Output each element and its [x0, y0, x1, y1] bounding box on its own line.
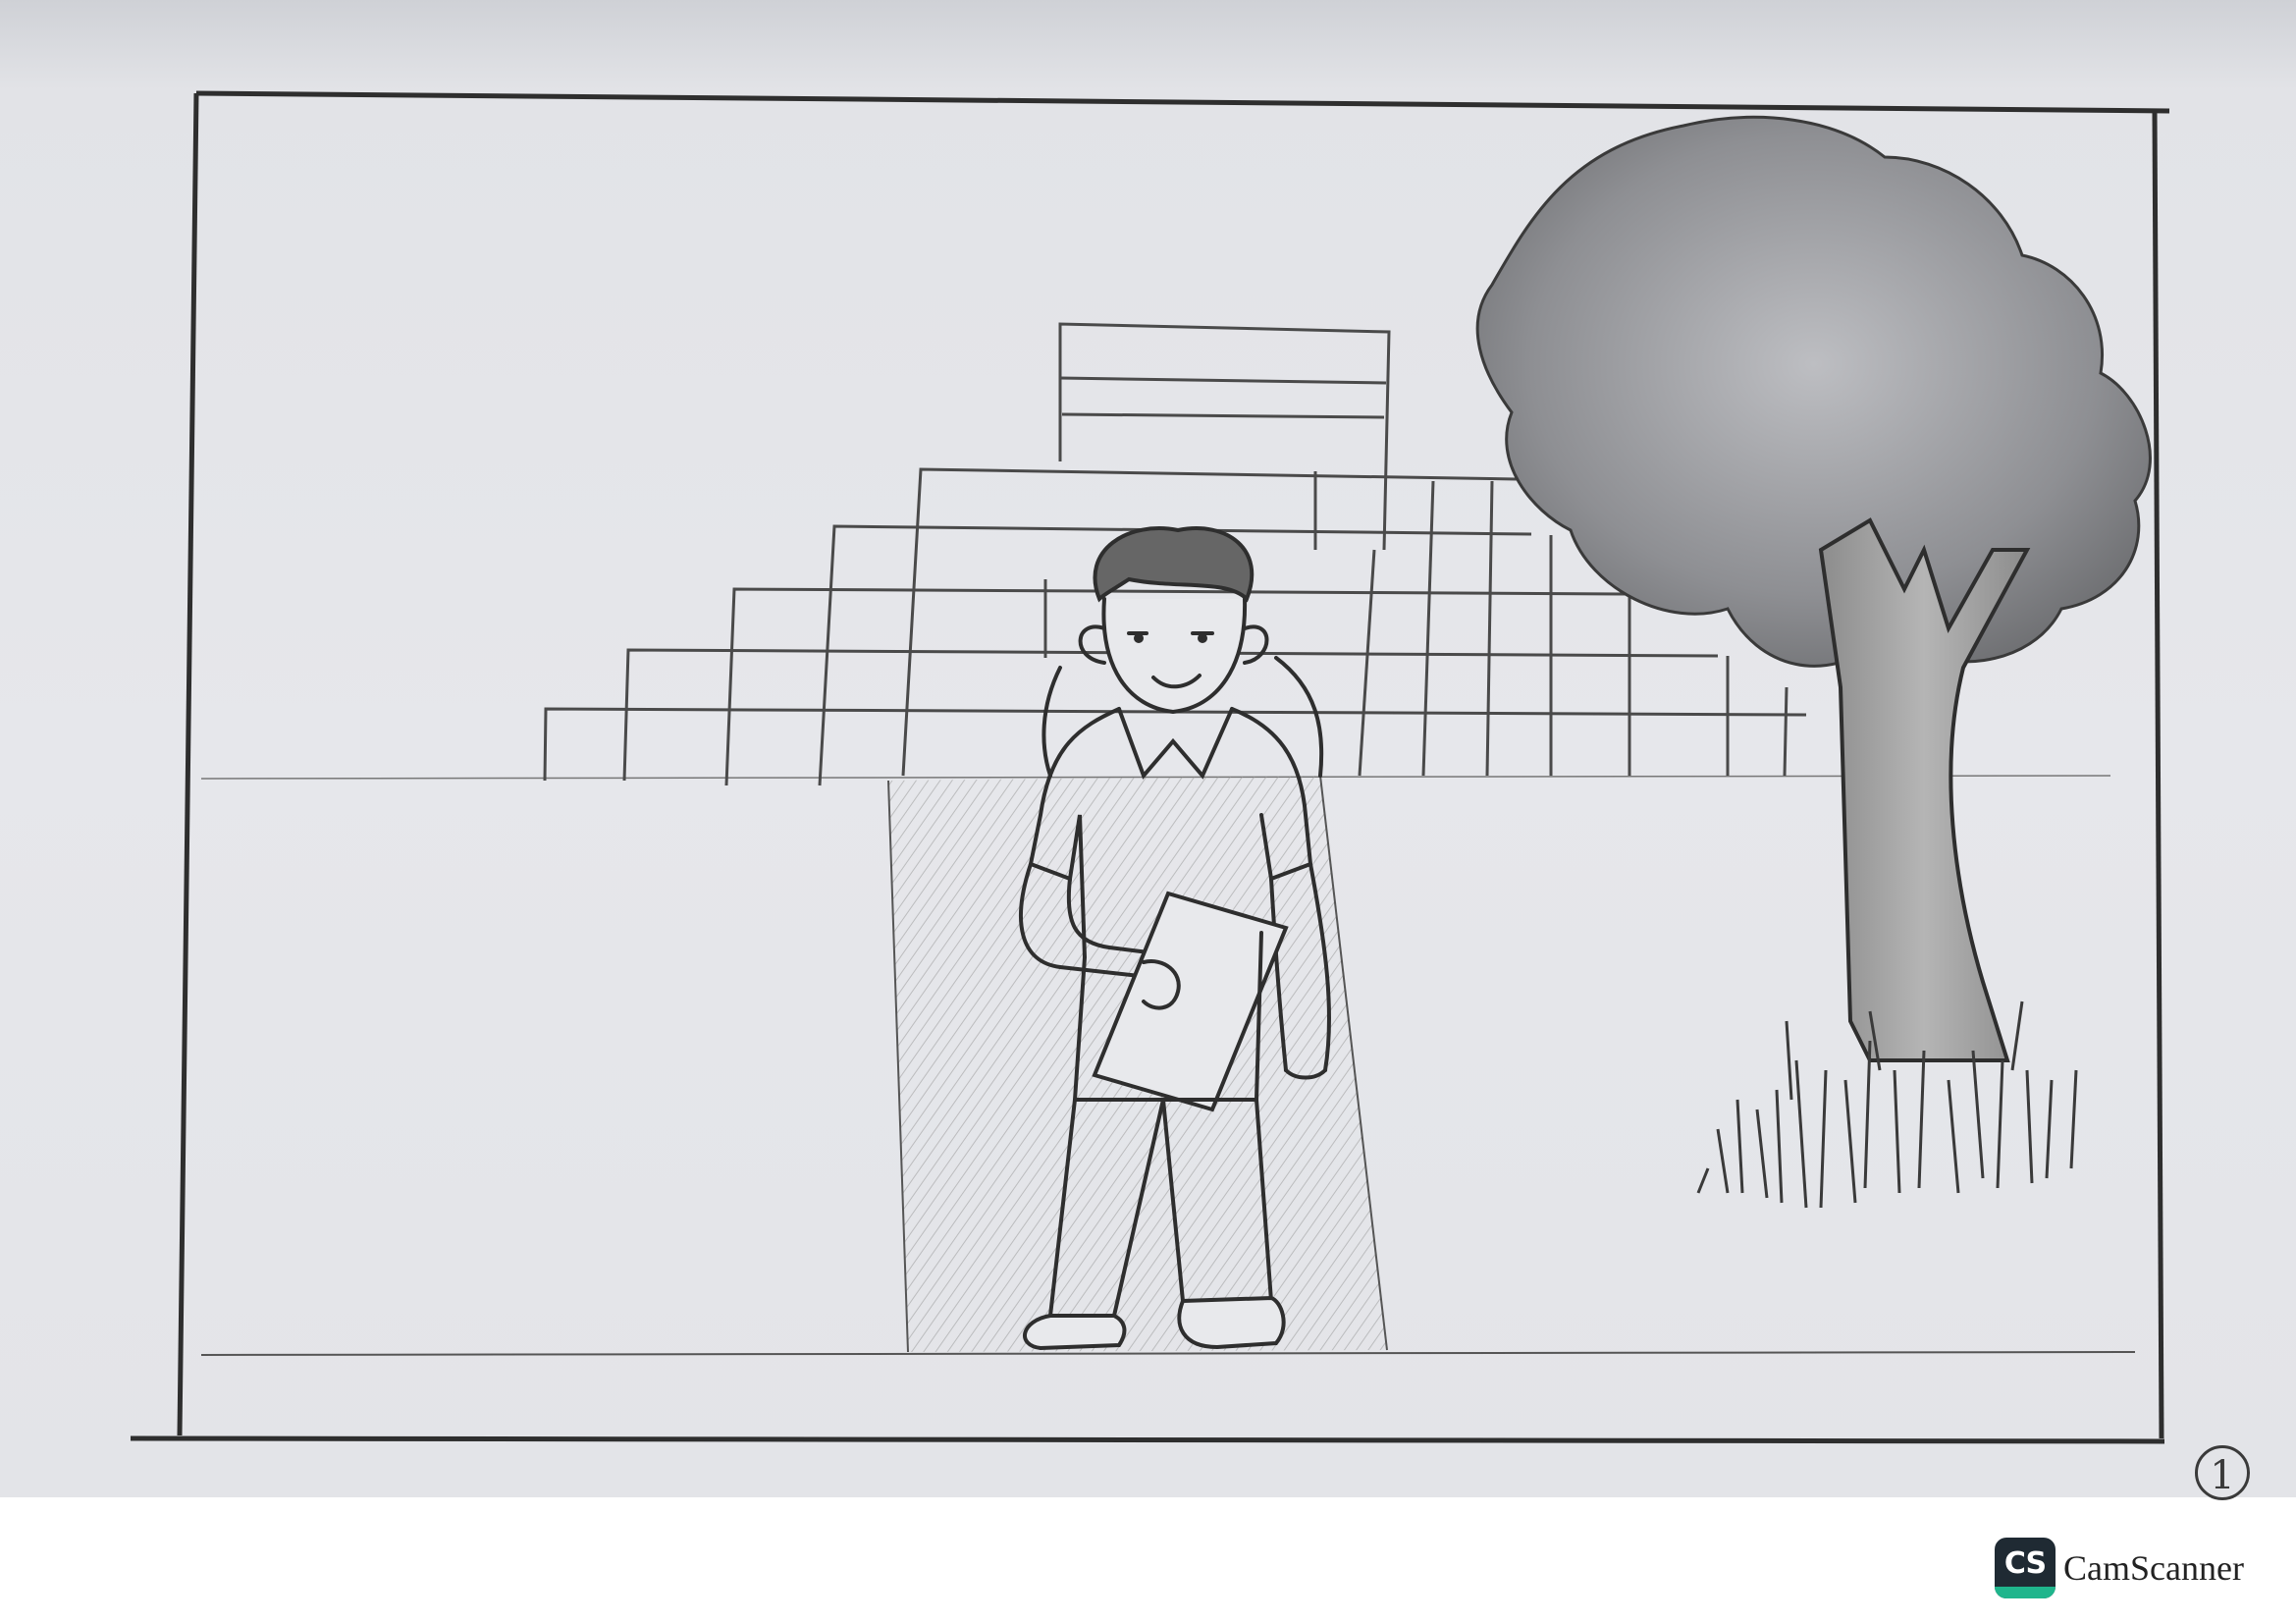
- ground-line: [200, 1351, 2136, 1356]
- camscanner-logo-text: CS: [2003, 1545, 2047, 1581]
- scanned-pencil-drawing: [0, 0, 2296, 1497]
- page-number-circle: 1: [2195, 1445, 2250, 1500]
- drawing-svg: [130, 90, 2170, 1444]
- camscanner-app-name: CamScanner: [2063, 1548, 2244, 1588]
- camscanner-watermark: CS CamScanner: [1995, 1538, 2244, 1598]
- tree: [1475, 115, 2152, 1209]
- camscanner-logo-icon: CS: [1995, 1538, 2056, 1598]
